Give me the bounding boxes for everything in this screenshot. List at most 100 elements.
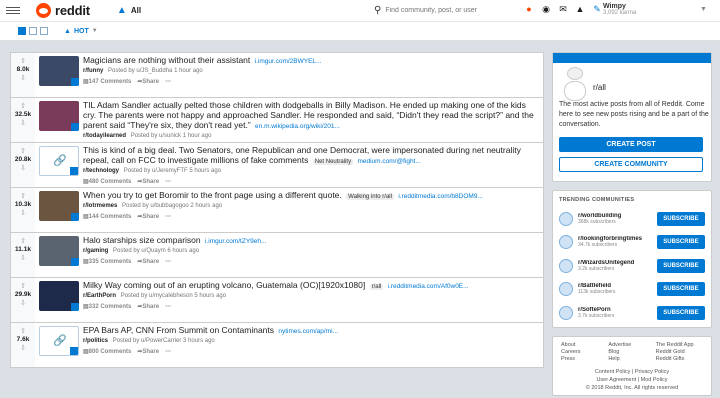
menu-icon[interactable] (6, 5, 20, 16)
more-options-icon[interactable]: ⋯ (165, 78, 171, 85)
expand-icon[interactable] (71, 123, 79, 131)
post-domain[interactable]: i.redditmedia.com/b8DOM9... (398, 193, 483, 200)
footer-link[interactable]: About (561, 342, 608, 348)
reddit-logo-icon[interactable] (36, 3, 51, 18)
downvote-icon[interactable]: ⇩ (11, 74, 35, 83)
post-subreddit[interactable]: r/technology (83, 168, 119, 174)
downvote-icon[interactable]: ⇩ (11, 209, 35, 218)
comments-button[interactable]: 144 Comments (83, 213, 132, 220)
post-card[interactable]: ⇧ 20.8k ⇩ This is kind of a big deal. Tw… (10, 142, 544, 188)
expand-icon[interactable] (71, 213, 79, 221)
share-button[interactable]: Share (137, 348, 159, 355)
share-button[interactable]: Share (137, 78, 159, 85)
footer-link[interactable]: Reddit Gold (656, 349, 703, 355)
upvote-icon[interactable]: ⇧ (11, 102, 35, 111)
card-view-icon[interactable] (18, 27, 26, 35)
sort-dropdown[interactable]: ▲ HOT ▼ (64, 28, 98, 35)
subscribe-button[interactable]: SUBSCRIBE (656, 305, 705, 320)
post-thumbnail[interactable] (39, 281, 79, 311)
upvote-icon[interactable]: ⇧ (11, 147, 35, 156)
post-subreddit[interactable]: r/politics (83, 338, 108, 344)
downvote-icon[interactable]: ⇩ (11, 254, 35, 263)
post-title[interactable]: This is kind of a big deal. Two Senators… (83, 145, 521, 165)
chevron-down-icon[interactable]: ▼ (700, 6, 707, 13)
share-button[interactable]: Share (137, 178, 159, 185)
downvote-icon[interactable]: ⇩ (11, 344, 35, 353)
more-options-icon[interactable]: ⋯ (165, 178, 171, 185)
downvote-icon[interactable]: ⇩ (11, 164, 35, 173)
post-subreddit[interactable]: r/todayilearned (83, 133, 126, 139)
footer-link[interactable]: The Reddit App (656, 342, 703, 348)
notification-icon[interactable]: ▲ (575, 4, 585, 15)
share-button[interactable]: Share (137, 258, 159, 265)
classic-view-icon[interactable] (29, 27, 37, 35)
more-options-icon[interactable]: ⋯ (165, 348, 171, 355)
post-thumbnail[interactable] (39, 326, 79, 356)
post-card[interactable]: ⇧ 32.5k ⇩ TIL Adam Sandler actually pelt… (10, 97, 544, 150)
upvote-icon[interactable]: ⇧ (11, 57, 35, 66)
subscribe-button[interactable]: SUBSCRIBE (656, 258, 705, 273)
chat-icon[interactable]: ◉ (541, 4, 551, 15)
subscribe-button[interactable]: SUBSCRIBE (656, 235, 705, 250)
expand-icon[interactable] (71, 258, 79, 266)
expand-icon[interactable] (70, 347, 78, 355)
post-subreddit[interactable]: r/EarthPorn (83, 293, 116, 299)
post-domain[interactable]: i.imgur.com/tZY9eh... (205, 238, 266, 245)
community-avatar[interactable] (559, 211, 573, 226)
more-options-icon[interactable]: ⋯ (165, 258, 171, 265)
post-thumbnail[interactable] (39, 146, 79, 176)
expand-icon[interactable] (70, 167, 78, 175)
post-card[interactable]: ⇧ 11.1k ⇩ Halo starships size comparison… (10, 232, 544, 278)
community-avatar[interactable] (559, 305, 573, 320)
post-thumbnail[interactable] (39, 101, 79, 131)
downvote-icon[interactable]: ⇩ (11, 299, 35, 308)
footer-link[interactable]: Advertise (608, 342, 655, 348)
post-domain[interactable]: i.imgur.com/2BWYEL... (255, 58, 322, 65)
post-title[interactable]: EPA Bars AP, CNN From Summit on Contamin… (83, 325, 274, 335)
downvote-icon[interactable]: ⇩ (11, 119, 35, 128)
comments-button[interactable]: 800 Comments (83, 348, 132, 355)
create-community-button[interactable]: CREATE COMMUNITY (559, 157, 703, 172)
legal-links-2[interactable]: User Agreement | Mod Policy (561, 376, 703, 384)
post-domain[interactable]: nytimes.com/ap/mi... (278, 328, 338, 335)
community-avatar[interactable] (559, 235, 573, 250)
create-post-icon[interactable]: ✎ (592, 4, 602, 15)
subscribe-button[interactable]: SUBSCRIBE (656, 282, 705, 297)
expand-icon[interactable] (71, 303, 79, 311)
upvote-icon[interactable]: ⇧ (11, 327, 35, 336)
post-domain[interactable]: medium.com/@fight... (357, 158, 420, 165)
footer-link[interactable]: Press (561, 356, 608, 362)
reddit-wordmark[interactable]: reddit (55, 3, 90, 18)
comments-button[interactable]: 480 Comments (83, 178, 132, 185)
post-card[interactable]: ⇧ 7.6k ⇩ EPA Bars AP, CNN From Summit on… (10, 322, 544, 368)
comments-button[interactable]: 335 Comments (83, 258, 132, 265)
subscribe-button[interactable]: SUBSCRIBE (656, 211, 705, 226)
gold-icon[interactable]: ● (524, 4, 534, 15)
user-menu[interactable]: Wimpy 3,092 karma (603, 3, 636, 16)
comments-button[interactable]: 147 Comments (83, 78, 132, 85)
post-card[interactable]: ⇧ 8.0k ⇩ Magicians are nothing without t… (10, 52, 544, 98)
create-post-button[interactable]: CREATE POST (559, 137, 703, 152)
compact-view-icon[interactable] (40, 27, 48, 35)
post-card[interactable]: ⇧ 10.3k ⇩ When you try to get Boromir to… (10, 187, 544, 233)
search-bar[interactable]: ⚲ (374, 3, 514, 18)
search-input[interactable] (385, 7, 506, 14)
post-subreddit[interactable]: r/lotrmemes (83, 203, 117, 209)
mail-icon[interactable]: ✉ (558, 4, 568, 15)
share-button[interactable]: Share (137, 213, 159, 220)
footer-link[interactable]: Blog (608, 349, 655, 355)
legal-links-1[interactable]: Content Policy | Privacy Policy (561, 368, 703, 376)
post-card[interactable]: ⇧ 29.9k ⇩ Milky Way coming out of an eru… (10, 277, 544, 323)
more-options-icon[interactable]: ⋯ (165, 213, 171, 220)
post-title[interactable]: Halo starships size comparison (83, 235, 201, 245)
share-button[interactable]: Share (137, 303, 159, 310)
post-subreddit[interactable]: r/funny (83, 68, 103, 74)
post-thumbnail[interactable] (39, 56, 79, 86)
footer-link[interactable]: Reddit Gifts (656, 356, 703, 362)
post-title[interactable]: Milky Way coming out of an erupting volc… (83, 280, 365, 290)
upvote-icon[interactable]: ⇧ (11, 282, 35, 291)
community-avatar[interactable] (559, 258, 573, 273)
footer-link[interactable]: Careers (561, 349, 608, 355)
more-options-icon[interactable]: ⋯ (165, 303, 171, 310)
post-subreddit[interactable]: r/gaming (83, 248, 108, 254)
